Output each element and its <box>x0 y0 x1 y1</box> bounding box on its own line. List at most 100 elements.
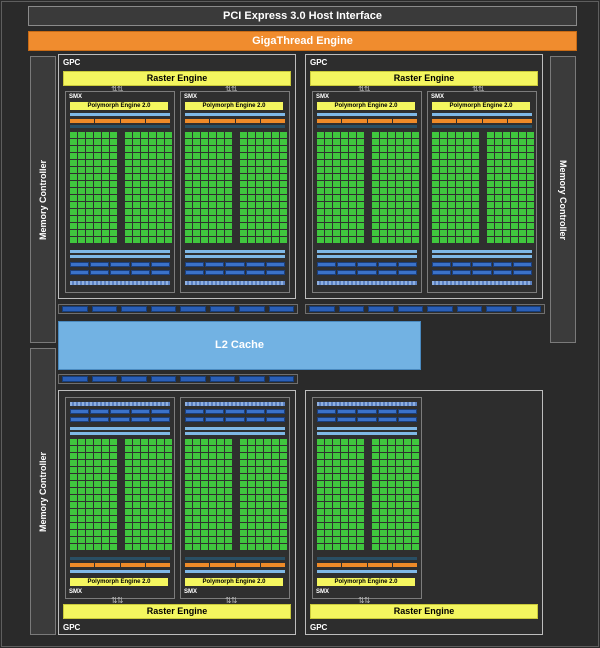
orange-bar <box>317 119 417 123</box>
shared-bar <box>317 432 417 435</box>
memory-controller-label: Memory Controller <box>38 159 48 240</box>
smx-label: SMX <box>316 94 330 100</box>
smx-label: SMX <box>184 589 198 595</box>
l2-cache: L2 Cache <box>58 321 421 370</box>
ldst-row <box>185 270 286 275</box>
gpc-label: GPC <box>310 623 328 632</box>
shared-bar <box>70 432 170 435</box>
gpc-label: GPC <box>63 58 81 67</box>
core-grid <box>432 132 534 243</box>
orange-bar <box>70 563 170 567</box>
texture-row <box>317 402 417 406</box>
smx-label: SMX <box>184 94 198 100</box>
register-bar <box>70 557 170 560</box>
memory-controller-top-right: Memory Controller <box>550 56 576 343</box>
core-grid <box>185 439 287 550</box>
polymorph-engine: Polymorph Engine 2.0 <box>70 578 168 586</box>
shared-bar <box>317 250 417 253</box>
ldst-row <box>70 262 171 267</box>
orange-bar <box>185 563 285 567</box>
register-bar <box>317 557 417 560</box>
smx-unit: Polymorph Engine 2.0 SMX <box>312 397 422 599</box>
gpc-top-right: GPC Raster Engine ⇅⇅ ⇅⇅ SMX Polymorph Eng… <box>305 54 543 299</box>
ldst-row <box>70 417 171 422</box>
shared-bar <box>185 427 285 430</box>
memory-controller-label: Memory Controller <box>558 159 568 240</box>
gpc-bottom-left: Polymorph Engine 2.0 SMX Polymorph Engine… <box>58 390 296 635</box>
polymorph-engine: Polymorph Engine 2.0 <box>185 102 283 110</box>
smx-unit: SMX Polymorph Engine 2.0 <box>427 91 537 293</box>
shared-bar <box>432 255 532 258</box>
smx-label: SMX <box>316 589 330 595</box>
polymorph-engine: Polymorph Engine 2.0 <box>432 102 530 110</box>
shared-bar <box>70 250 170 253</box>
smx-label: SMX <box>69 94 83 100</box>
shared-bar <box>185 250 285 253</box>
register-bar <box>70 125 170 128</box>
ldst-row <box>317 270 418 275</box>
shared-bar <box>70 427 170 430</box>
ldst-row <box>432 270 533 275</box>
shared-bar <box>317 255 417 258</box>
l1-bar <box>185 113 285 116</box>
shared-bar <box>432 250 532 253</box>
orange-bar <box>185 119 285 123</box>
shared-bar <box>70 255 170 258</box>
core-grid <box>317 132 419 243</box>
ldst-row <box>185 409 286 414</box>
smx-unit: Polymorph Engine 2.0 SMX <box>180 397 290 599</box>
memory-bus-top-right <box>305 304 545 314</box>
pcie-host-interface: PCI Express 3.0 Host Interface <box>28 6 577 26</box>
gpc-top-left: GPC Raster Engine ⇅⇅ ⇅⇅ SMX Polymorph Eng… <box>58 54 296 299</box>
memory-controller-bottom-left: Memory Controller <box>30 348 56 635</box>
texture-row <box>70 281 170 285</box>
raster-engine: Raster Engine <box>63 71 291 86</box>
ldst-row <box>185 417 286 422</box>
ldst-row <box>70 270 171 275</box>
memory-controller-top-left: Memory Controller <box>30 56 56 343</box>
core-grid <box>70 439 172 550</box>
smx-label: SMX <box>431 94 445 100</box>
l1-bar <box>432 113 532 116</box>
memory-bus-bottom-left <box>58 374 298 384</box>
shared-bar <box>185 255 285 258</box>
core-grid <box>317 439 419 550</box>
memory-bus-top-left <box>58 304 298 314</box>
ldst-row <box>317 262 418 267</box>
polymorph-engine: Polymorph Engine 2.0 <box>185 578 283 586</box>
orange-bar <box>70 119 170 123</box>
polymorph-engine: Polymorph Engine 2.0 <box>317 578 415 586</box>
texture-row <box>70 402 170 406</box>
raster-engine: Raster Engine <box>310 71 538 86</box>
texture-row <box>317 281 417 285</box>
smx-unit: SMX Polymorph Engine 2.0 <box>312 91 422 293</box>
shared-bar <box>317 427 417 430</box>
texture-row <box>432 281 532 285</box>
gigathread-engine: GigaThread Engine <box>28 31 577 51</box>
l1-bar <box>70 113 170 116</box>
orange-bar <box>317 563 417 567</box>
smx-unit: SMX Polymorph Engine 2.0 <box>180 91 290 293</box>
texture-row <box>185 281 285 285</box>
ldst-row <box>317 417 418 422</box>
register-bar <box>317 125 417 128</box>
register-bar <box>185 125 285 128</box>
l1-bar <box>70 570 170 573</box>
register-bar <box>185 557 285 560</box>
l1-bar <box>317 113 417 116</box>
smx-label: SMX <box>69 589 83 595</box>
ldst-row <box>70 409 171 414</box>
texture-row <box>185 402 285 406</box>
ldst-row <box>432 262 533 267</box>
smx-unit: SMX Polymorph Engine 2.0 <box>65 91 175 293</box>
ldst-row <box>317 409 418 414</box>
orange-bar <box>432 119 532 123</box>
gpc-label: GPC <box>310 58 328 67</box>
ldst-row <box>185 262 286 267</box>
l1-bar <box>185 570 285 573</box>
gpc-bottom-right: Polymorph Engine 2.0 SMX ⇅⇅ Raster Engine… <box>305 390 543 635</box>
polymorph-engine: Polymorph Engine 2.0 <box>70 102 168 110</box>
raster-engine: Raster Engine <box>63 604 291 619</box>
l1-bar <box>317 570 417 573</box>
gpc-label: GPC <box>63 623 81 632</box>
